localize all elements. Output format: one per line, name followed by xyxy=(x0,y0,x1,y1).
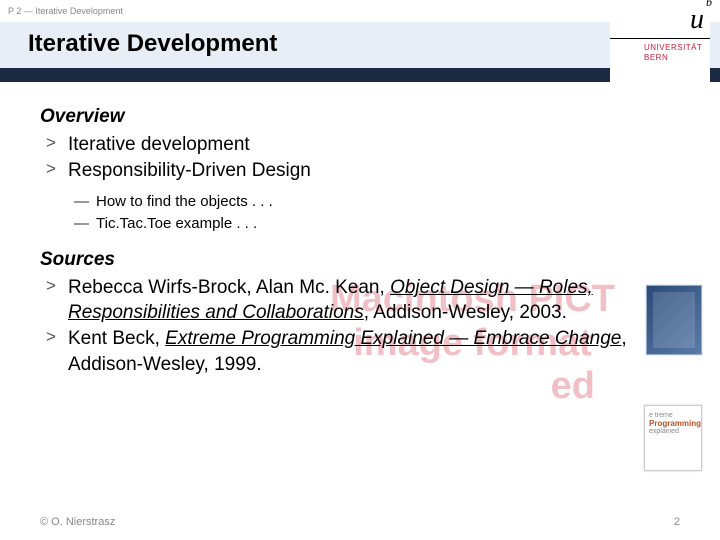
overview-sublist: How to find the objects . . . Tic.Tac.To… xyxy=(40,191,680,235)
sources-heading: Sources xyxy=(40,249,680,271)
list-item: Kent Beck, Extreme Programming Explained… xyxy=(40,326,680,377)
list-item: Iterative development xyxy=(40,132,680,158)
slide-header: P 2 — Iterative Development Iterative De… xyxy=(0,0,720,82)
sources-list: Rebecca Wirfs-Brock, Alan Mc. Kean, Obje… xyxy=(40,275,680,378)
list-item: Tic.Tac.Toe example . . . xyxy=(40,213,680,235)
book-cover-xp-explained: e treme Programming explained xyxy=(644,405,702,471)
overview-list: Iterative development Responsibility-Dri… xyxy=(40,132,680,183)
copyright: © O. Nierstrasz xyxy=(40,516,115,528)
list-item: Responsibility-Driven Design xyxy=(40,158,680,184)
page-number: 2 xyxy=(674,516,680,528)
logo-text: UNIVERSITÄT BERN xyxy=(610,43,710,64)
list-item: How to find the objects . . . xyxy=(40,191,680,213)
logo-mark: ub xyxy=(690,4,710,36)
logo-divider xyxy=(610,38,710,39)
overview-heading: Overview xyxy=(40,106,680,128)
list-item: Rebecca Wirfs-Brock, Alan Mc. Kean, Obje… xyxy=(40,275,680,326)
slide-content: Overview Iterative development Responsib… xyxy=(0,82,720,377)
slide-footer: © O. Nierstrasz 2 xyxy=(40,516,680,528)
